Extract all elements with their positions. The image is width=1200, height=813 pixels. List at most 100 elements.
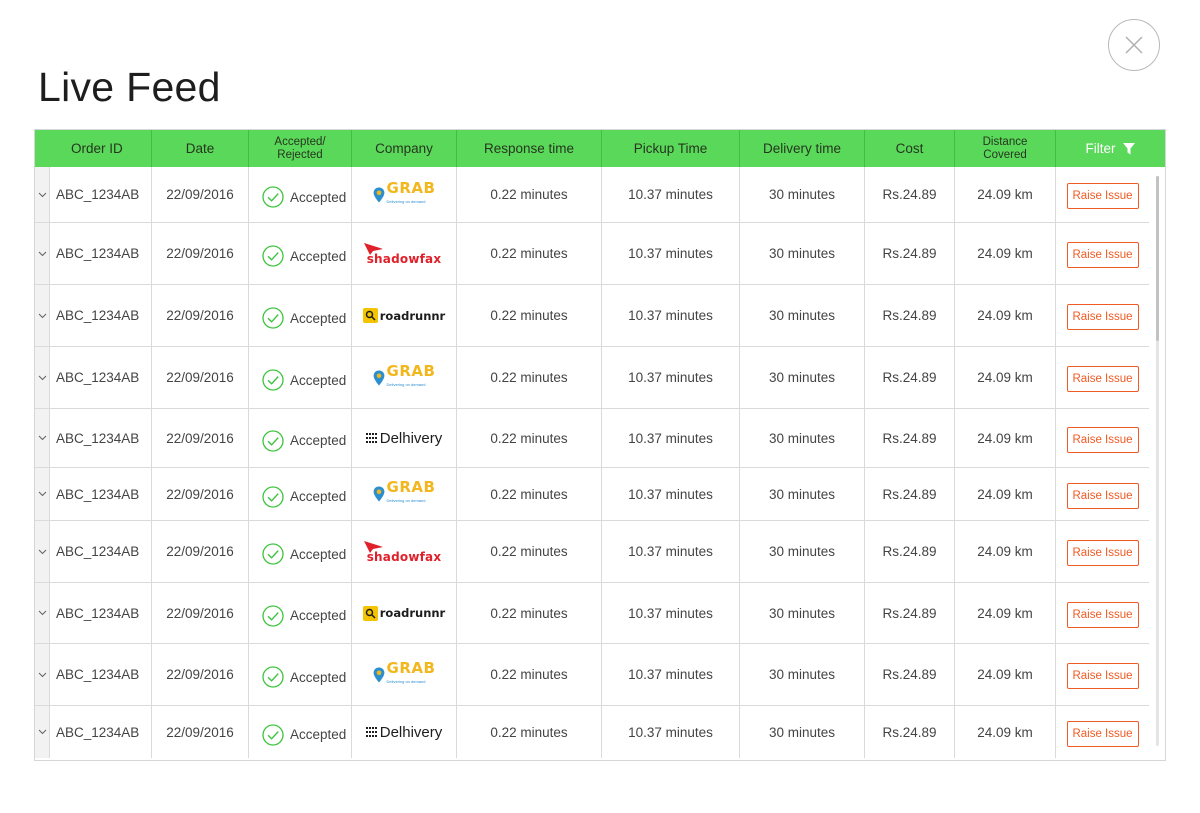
cell-distance: 24.09 km bbox=[955, 521, 1056, 582]
raise-issue-button[interactable]: Raise Issue bbox=[1066, 482, 1139, 509]
cell-distance: 24.09 km bbox=[955, 409, 1056, 467]
roadrunnr-badge-icon bbox=[362, 308, 378, 323]
filter-icon bbox=[1122, 142, 1135, 154]
filter-label: Filter bbox=[1085, 140, 1116, 156]
chevron-down-icon bbox=[38, 192, 46, 197]
cell-action: Raise Issue bbox=[1056, 167, 1149, 222]
header-order-id: Order ID bbox=[50, 130, 152, 167]
cell-date: 22/09/2016 bbox=[152, 409, 249, 467]
cell-pickup-time: 10.37 minutes bbox=[602, 223, 740, 284]
map-pin-icon bbox=[373, 187, 384, 202]
cell-company: GRAB Delivering on demand bbox=[352, 167, 457, 222]
company-logo-delhivery: Delhivery bbox=[365, 430, 442, 447]
delhivery-dots-icon bbox=[365, 433, 377, 443]
cell-action: Raise Issue bbox=[1056, 521, 1149, 582]
close-icon bbox=[1125, 36, 1143, 54]
cell-status: Accepted bbox=[249, 167, 352, 222]
company-logo-roadrunnr: roadrunnr bbox=[362, 308, 445, 323]
grab-logo-text: GRAB bbox=[386, 361, 436, 380]
header-status-line2: Rejected bbox=[277, 148, 323, 161]
table-header: Order ID Date Accepted/ Rejected Company… bbox=[35, 130, 1165, 167]
cell-order-id: ABC_1234AB bbox=[50, 583, 152, 643]
cell-pickup-time: 10.37 minutes bbox=[602, 583, 740, 643]
row-expand-toggle[interactable] bbox=[35, 706, 50, 758]
raise-issue-button[interactable]: Raise Issue bbox=[1066, 304, 1139, 330]
cell-response-time: 0.22 minutes bbox=[457, 468, 602, 520]
cell-response-time: 0.22 minutes bbox=[457, 583, 602, 643]
status-text: Accepted bbox=[290, 189, 347, 205]
row-expand-toggle[interactable] bbox=[35, 644, 50, 705]
map-pin-icon bbox=[373, 370, 384, 385]
table-row: ABC_1234AB 22/09/2016 Accepted GRAB Deliv… bbox=[35, 167, 1149, 223]
cell-action: Raise Issue bbox=[1056, 644, 1149, 705]
table-row: ABC_1234AB 22/09/2016 Accepted roadrunnr… bbox=[35, 583, 1149, 644]
company-logo-delhivery: Delhivery bbox=[365, 723, 443, 741]
cell-delivery-time: 30 minutes bbox=[740, 583, 865, 643]
cell-cost: Rs.24.89 bbox=[865, 347, 955, 408]
cell-date: 22/09/2016 bbox=[152, 167, 249, 222]
chevron-down-icon bbox=[38, 610, 46, 616]
row-expand-toggle[interactable] bbox=[35, 521, 50, 582]
cell-order-id: ABC_1234AB bbox=[50, 347, 152, 408]
header-cost: Cost bbox=[865, 130, 955, 167]
row-expand-toggle[interactable] bbox=[35, 223, 50, 284]
cell-date: 22/09/2016 bbox=[152, 706, 249, 758]
cell-status: Accepted bbox=[249, 583, 352, 643]
table-row: ABC_1234AB 22/09/2016 Accepted roadrunnr… bbox=[35, 285, 1149, 347]
row-expand-toggle[interactable] bbox=[35, 583, 50, 643]
delhivery-logo-text: Delhivery bbox=[379, 723, 443, 741]
cell-order-id: ABC_1234AB bbox=[50, 644, 152, 705]
company-logo-grab: GRAB Delivering on demand bbox=[373, 660, 436, 688]
scrollbar-thumb[interactable] bbox=[1156, 176, 1159, 341]
cell-cost: Rs.24.89 bbox=[865, 583, 955, 643]
row-expand-toggle[interactable] bbox=[35, 167, 50, 222]
status-text: Accepted bbox=[290, 669, 347, 685]
status-text: Accepted bbox=[290, 608, 347, 623]
raise-issue-button[interactable]: Raise Issue bbox=[1066, 663, 1139, 689]
cell-delivery-time: 30 minutes bbox=[740, 347, 865, 408]
grab-logo-text: GRAB bbox=[386, 478, 436, 496]
close-button[interactable] bbox=[1108, 19, 1160, 71]
cell-pickup-time: 10.37 minutes bbox=[602, 644, 740, 705]
row-expand-toggle[interactable] bbox=[35, 409, 50, 467]
cell-order-id: ABC_1234AB bbox=[50, 167, 152, 222]
cell-date: 22/09/2016 bbox=[152, 347, 249, 408]
check-circle-icon bbox=[262, 369, 284, 391]
map-pin-icon bbox=[373, 486, 384, 502]
raise-issue-button[interactable]: Raise Issue bbox=[1066, 183, 1139, 209]
table-body: ABC_1234AB 22/09/2016 Accepted GRAB Deliv… bbox=[35, 167, 1149, 758]
status-text: Accepted bbox=[290, 248, 347, 264]
status-text: Accepted bbox=[290, 372, 347, 388]
raise-issue-button[interactable]: Raise Issue bbox=[1066, 540, 1139, 566]
cell-date: 22/09/2016 bbox=[152, 285, 249, 346]
cell-order-id: ABC_1234AB bbox=[50, 223, 152, 284]
cell-company: shadowfax bbox=[352, 521, 457, 582]
raise-issue-button[interactable]: Raise Issue bbox=[1066, 366, 1139, 392]
check-circle-icon bbox=[262, 245, 284, 267]
cell-date: 22/09/2016 bbox=[152, 521, 249, 582]
check-circle-icon bbox=[262, 666, 284, 688]
raise-issue-button[interactable]: Raise Issue bbox=[1066, 426, 1139, 453]
cell-response-time: 0.22 minutes bbox=[457, 347, 602, 408]
row-expand-toggle[interactable] bbox=[35, 468, 50, 520]
table-row: ABC_1234AB 22/09/2016 Accepted Delhivery… bbox=[35, 409, 1149, 468]
delhivery-dots-icon bbox=[365, 727, 377, 737]
cell-order-id: ABC_1234AB bbox=[50, 706, 152, 758]
cell-response-time: 0.22 minutes bbox=[457, 285, 602, 346]
company-logo-roadrunnr: roadrunnr bbox=[362, 605, 446, 621]
row-expand-toggle[interactable] bbox=[35, 285, 50, 346]
row-expand-toggle[interactable] bbox=[35, 347, 50, 408]
cell-cost: Rs.24.89 bbox=[865, 167, 955, 222]
scrollbar[interactable] bbox=[1156, 176, 1159, 746]
cell-delivery-time: 30 minutes bbox=[740, 521, 865, 582]
raise-issue-button[interactable]: Raise Issue bbox=[1066, 242, 1139, 268]
cell-date: 22/09/2016 bbox=[152, 644, 249, 705]
raise-issue-button[interactable]: Raise Issue bbox=[1066, 720, 1139, 747]
raise-issue-button[interactable]: Raise Issue bbox=[1066, 601, 1139, 628]
cell-action: Raise Issue bbox=[1056, 583, 1149, 643]
cell-cost: Rs.24.89 bbox=[865, 706, 955, 758]
cell-response-time: 0.22 minutes bbox=[457, 521, 602, 582]
roadrunnr-logo-text: roadrunnr bbox=[379, 606, 446, 620]
filter-button[interactable]: Filter bbox=[1056, 130, 1165, 167]
cell-cost: Rs.24.89 bbox=[865, 409, 955, 467]
